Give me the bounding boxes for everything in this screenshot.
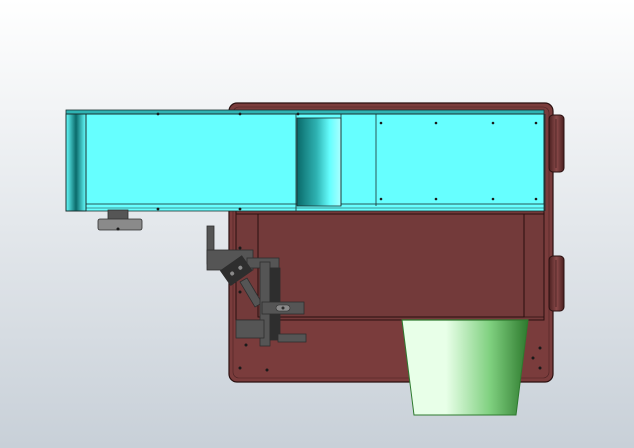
bolt-hole-icon — [156, 112, 160, 116]
lower-bracket-foot — [277, 333, 307, 343]
bolt-hole-icon — [238, 290, 242, 294]
bolt-hole-icon — [156, 207, 160, 211]
bolt-hole-icon — [379, 121, 383, 125]
bolt-hole-icon — [238, 112, 242, 116]
bolt-hole-icon — [379, 197, 383, 201]
hopper[interactable] — [401, 319, 529, 416]
bolt-hole-icon — [265, 368, 269, 372]
lower-box-panel — [257, 213, 525, 318]
drive-roller — [296, 117, 342, 207]
bolt-hole-icon — [281, 306, 285, 310]
motor-icon — [107, 209, 129, 221]
handle-icon — [548, 114, 565, 173]
bolt-hole-icon — [238, 246, 242, 250]
bolt-hole-icon — [534, 197, 538, 201]
bolt-hole-icon — [491, 121, 495, 125]
hopper-icon — [401, 319, 529, 416]
handle-lower[interactable] — [548, 255, 565, 312]
bolt-hole-icon — [538, 366, 542, 370]
handle-upper[interactable] — [548, 114, 565, 173]
motor-base — [97, 218, 143, 231]
bolt-hole-icon — [538, 346, 542, 350]
cad-viewport[interactable] — [0, 0, 634, 448]
bolt-hole-icon — [116, 227, 120, 231]
lower-bracket — [235, 319, 265, 339]
bolt-hole-icon — [434, 121, 438, 125]
bolt-hole-icon — [296, 112, 300, 116]
handle-icon — [548, 255, 565, 312]
bolt-hole-icon — [531, 356, 535, 360]
bolt-hole-icon — [238, 366, 242, 370]
left-end-roller — [65, 113, 87, 212]
bolt-hole-icon — [434, 197, 438, 201]
conveyor-belt[interactable] — [65, 109, 546, 212]
bolt-hole-icon — [534, 121, 538, 125]
bolt-hole-icon — [491, 197, 495, 201]
bolt-hole-icon — [238, 207, 242, 211]
bolt-hole-icon — [244, 343, 248, 347]
conveyor-assembly-drawing[interactable] — [0, 0, 634, 448]
